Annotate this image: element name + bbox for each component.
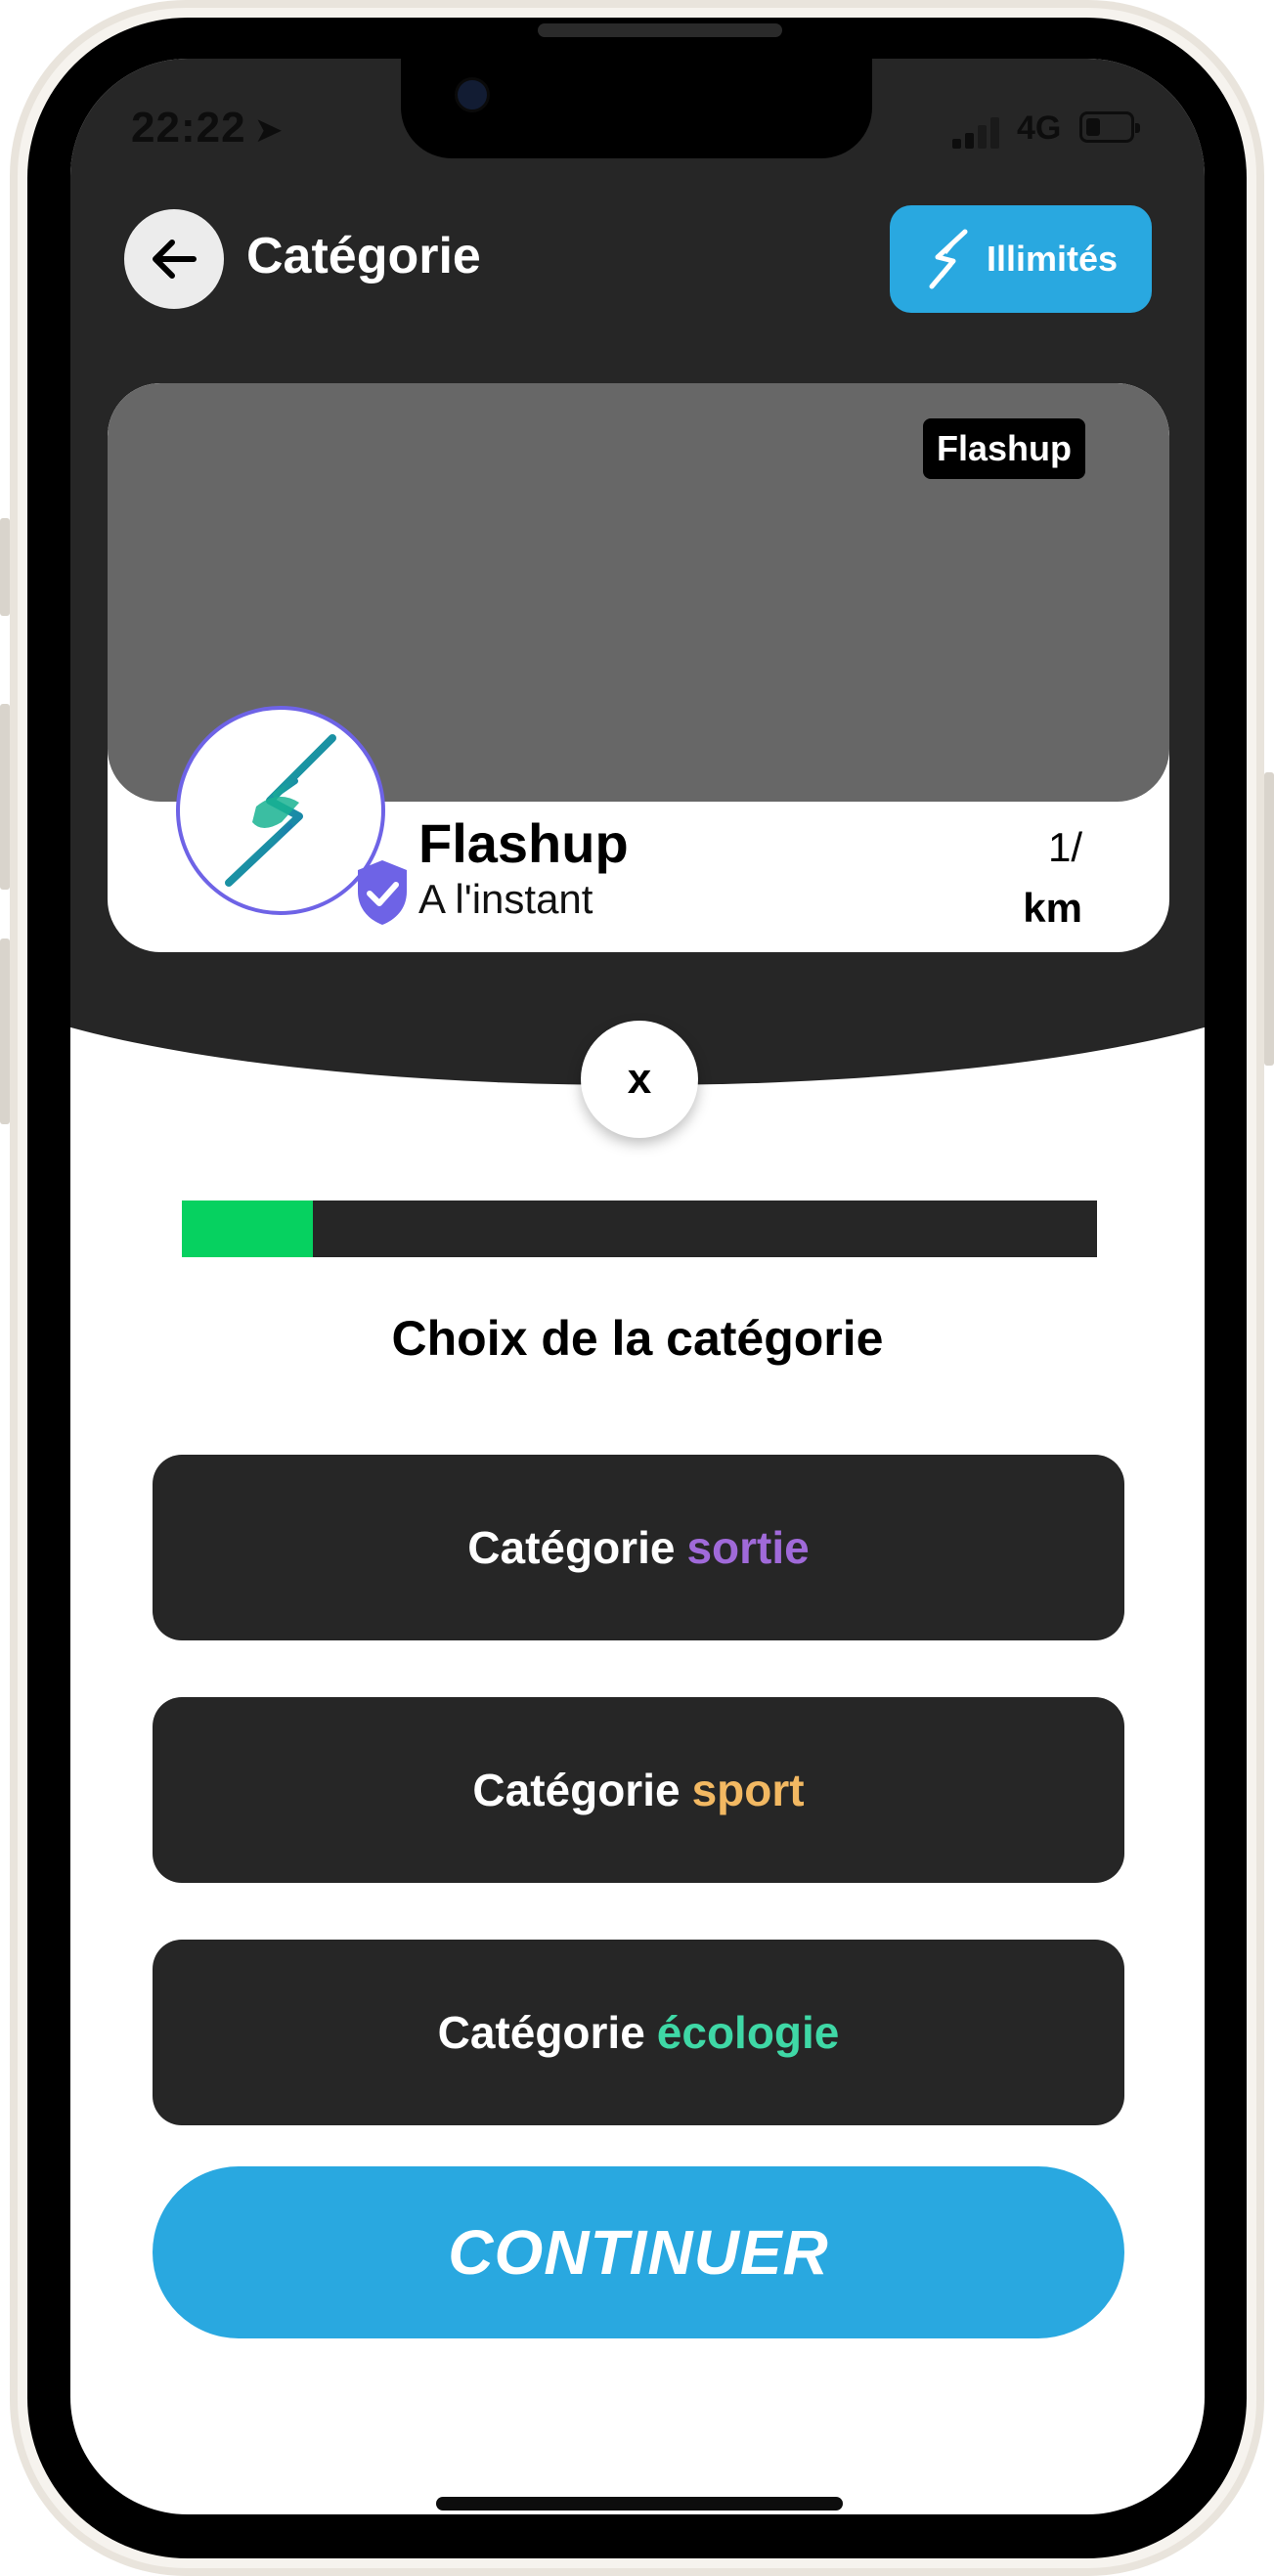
section-title: Choix de la catégorie	[391, 1311, 884, 1366]
progress-bar	[182, 1201, 1097, 1257]
category-prefix: Catégorie	[472, 1765, 681, 1815]
category-sortie-button[interactable]: Catégorie sortie	[153, 1455, 1124, 1640]
flashup-logo-icon	[225, 734, 336, 887]
power-button	[1264, 772, 1274, 1066]
app-screen: 22:22 ➤ 4G Catégorie Illimités Flashup F…	[70, 59, 1205, 2514]
back-button[interactable]	[124, 209, 224, 309]
card-tag: Flashup	[923, 418, 1086, 479]
category-sport-button[interactable]: Catégorie sport	[153, 1697, 1124, 1883]
battery-icon	[1079, 111, 1140, 143]
category-keyword: sport	[691, 1765, 805, 1815]
card-name: Flashup	[418, 812, 629, 874]
signal-icon	[952, 115, 1011, 149]
category-keyword: sortie	[686, 1522, 810, 1573]
distance-value: 1/	[1047, 824, 1082, 870]
arrow-left-icon	[153, 240, 197, 279]
category-prefix: Catégorie	[437, 2007, 645, 2058]
close-button[interactable]: x	[581, 1021, 698, 1138]
side-button	[0, 518, 10, 616]
flash-icon	[929, 229, 968, 289]
location-icon: ➤	[253, 109, 285, 150]
verified-badge-icon	[358, 860, 407, 925]
card-time: A l'instant	[418, 876, 593, 922]
distance-unit: km	[1023, 885, 1082, 931]
volume-down-button	[0, 939, 10, 1124]
category-ecologie-button[interactable]: Catégorie écologie	[153, 1940, 1124, 2125]
status-time: 22:22 ➤	[131, 104, 285, 152]
home-indicator	[436, 2497, 843, 2511]
category-keyword: écologie	[656, 2007, 840, 2058]
phone-speaker	[538, 23, 782, 37]
progress-fill	[182, 1201, 313, 1257]
continue-button[interactable]: CONTINUER	[153, 2166, 1124, 2338]
page-title: Catégorie	[246, 228, 481, 284]
front-camera	[455, 77, 490, 112]
unlimited-button[interactable]: Illimités	[890, 205, 1152, 313]
category-prefix: Catégorie	[467, 1522, 676, 1573]
volume-up-button	[0, 704, 10, 890]
network-label: 4G	[1017, 109, 1062, 147]
unlimited-label: Illimités	[986, 239, 1119, 279]
card-distance: 1/ km	[989, 817, 1082, 939]
